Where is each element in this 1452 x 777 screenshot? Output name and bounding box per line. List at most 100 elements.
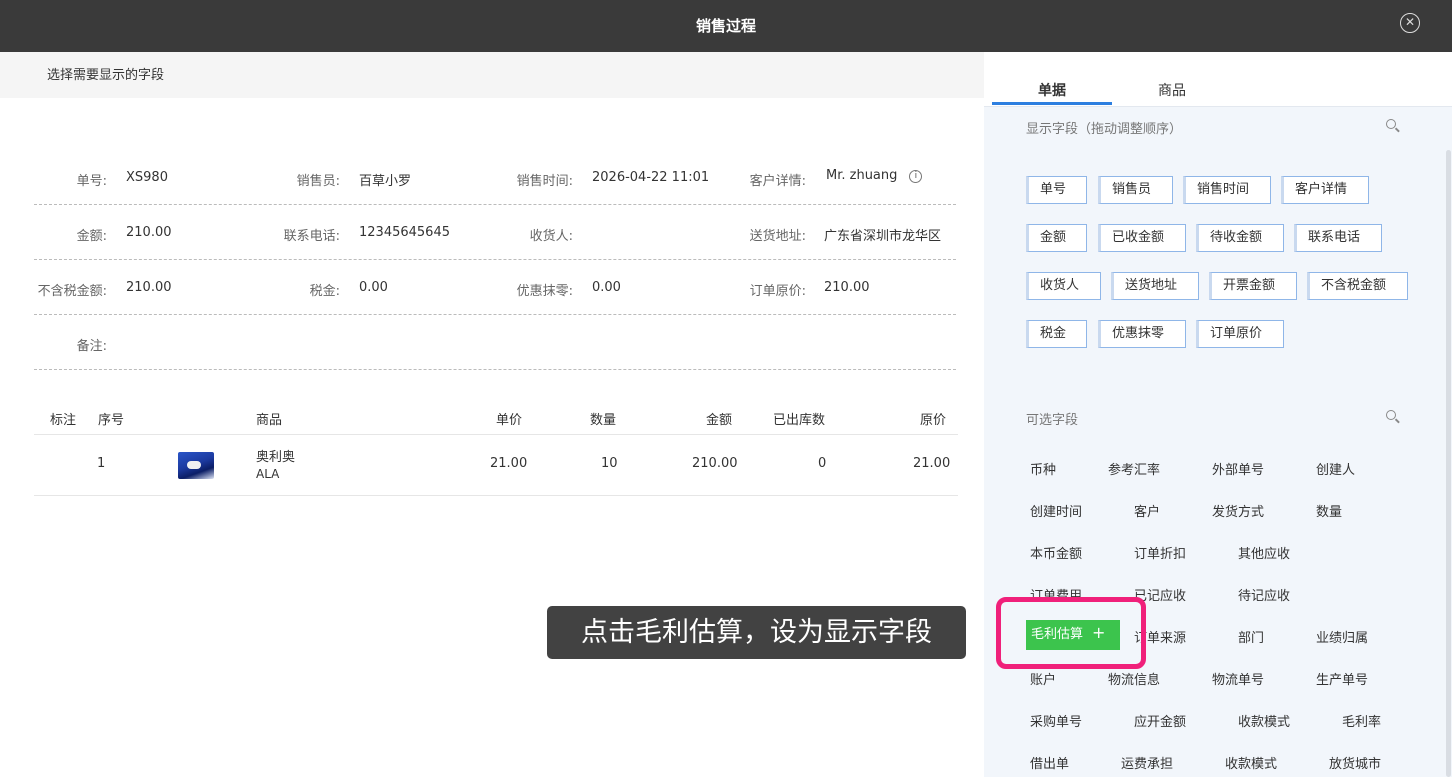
- field-selection-bar: 选择需要显示的字段: [0, 52, 984, 98]
- optional-field[interactable]: 借出单: [1030, 753, 1069, 772]
- display-field-chip[interactable]: 客户详情: [1281, 176, 1369, 204]
- col-quantity: 数量: [590, 413, 617, 428]
- display-field-chip[interactable]: 收货人: [1026, 272, 1101, 300]
- optional-field[interactable]: 其他应收: [1238, 543, 1290, 562]
- quantity: 10: [601, 456, 618, 471]
- product-name: 奥利奥: [256, 450, 296, 465]
- customer-detail-label: 客户详情:: [749, 174, 806, 189]
- row-index: 1: [97, 456, 106, 471]
- tax-label: 税金:: [309, 284, 340, 299]
- optional-field[interactable]: 运费承担: [1121, 753, 1173, 772]
- optional-field[interactable]: 物流单号: [1212, 669, 1264, 688]
- sale-time-label: 销售时间:: [516, 174, 573, 189]
- col-index: 序号: [98, 413, 125, 428]
- display-field-chip[interactable]: 税金: [1026, 320, 1087, 348]
- optional-field[interactable]: 部门: [1238, 627, 1264, 646]
- search-icon[interactable]: [1386, 119, 1400, 133]
- unit-price: 21.00: [490, 456, 528, 471]
- display-field-chip[interactable]: 金额: [1026, 224, 1087, 252]
- optional-field[interactable]: 生产单号: [1316, 669, 1368, 688]
- salesperson-value: 百草小罗: [359, 174, 412, 189]
- display-field-chip[interactable]: 单号: [1026, 176, 1087, 204]
- col-unit-price: 单价: [496, 413, 523, 428]
- display-field-chip[interactable]: 销售时间: [1183, 176, 1271, 204]
- optional-field[interactable]: 业绩归属: [1316, 627, 1368, 646]
- optional-field[interactable]: 放货城市: [1329, 753, 1381, 772]
- remark-label: 备注:: [76, 339, 107, 354]
- instruction-caption: 点击毛利估算，设为显示字段: [547, 606, 966, 659]
- product-code: ALA: [256, 467, 280, 481]
- gross-profit-estimate-button[interactable]: 毛利估算 +: [1026, 620, 1120, 650]
- pretax-amount-label: 不含税金额:: [37, 284, 107, 299]
- address-label: 送货地址:: [749, 229, 806, 244]
- info-row: 金额: 210.00 联系电话: 12345645645 收货人: 送货地址: …: [34, 205, 956, 260]
- optional-field[interactable]: 账户: [1030, 669, 1056, 688]
- optional-field[interactable]: 采购单号: [1030, 711, 1082, 730]
- scrollbar[interactable]: [1446, 150, 1451, 777]
- display-field-chip[interactable]: 不含税金额: [1307, 272, 1408, 300]
- display-field-chip[interactable]: 销售员: [1098, 176, 1173, 204]
- optional-field[interactable]: 参考汇率: [1108, 459, 1160, 478]
- tab-document[interactable]: 单据: [1038, 80, 1066, 100]
- optional-field[interactable]: 币种: [1030, 459, 1056, 478]
- display-field-chip[interactable]: 待收金额: [1196, 224, 1284, 252]
- tab-product[interactable]: 商品: [1158, 80, 1186, 100]
- optional-field[interactable]: 毛利率: [1342, 711, 1381, 730]
- phone-value: 12345645645: [359, 225, 450, 240]
- optional-field[interactable]: 订单折扣: [1134, 543, 1186, 562]
- close-icon[interactable]: ✕: [1400, 13, 1420, 33]
- optional-field[interactable]: 待记应收: [1238, 585, 1290, 604]
- search-icon[interactable]: [1386, 410, 1400, 424]
- phone-label: 联系电话:: [283, 229, 340, 244]
- optional-field[interactable]: 创建人: [1316, 459, 1355, 478]
- product-thumbnail: [178, 452, 214, 479]
- original-price: 21.00: [913, 456, 951, 471]
- display-field-chip[interactable]: 已收金额: [1098, 224, 1186, 252]
- page-title: 销售过程: [695, 17, 756, 35]
- table-header: 标注 序号 商品 单价 数量 金额 已出库数 原价: [34, 400, 958, 435]
- amount-value: 210.00: [126, 225, 172, 240]
- tab-bar: 单据 商品: [984, 52, 1452, 107]
- display-field-chip[interactable]: 优惠抹零: [1098, 320, 1186, 348]
- order-no-value: XS980: [126, 170, 168, 185]
- optional-field[interactable]: 外部单号: [1212, 459, 1264, 478]
- optional-field[interactable]: 发货方式: [1212, 501, 1264, 520]
- display-field-chip[interactable]: 订单原价: [1196, 320, 1284, 348]
- col-original-price: 原价: [920, 413, 947, 428]
- amount: 210.00: [692, 456, 738, 471]
- info-row: 不含税金额: 210.00 税金: 0.00 优惠抹零: 0.00 订单原价: …: [34, 260, 956, 315]
- customer-detail-value: Mr. zhuang i: [826, 168, 923, 183]
- tax-value: 0.00: [359, 280, 388, 295]
- col-product: 商品: [256, 413, 283, 428]
- salesperson-label: 销售员:: [296, 174, 340, 189]
- pretax-amount-value: 210.00: [126, 280, 172, 295]
- optional-field[interactable]: 创建时间: [1030, 501, 1082, 520]
- display-field-chip[interactable]: 送货地址: [1111, 272, 1199, 300]
- display-field-chip[interactable]: 联系电话: [1294, 224, 1382, 252]
- display-field-chip[interactable]: 开票金额: [1209, 272, 1297, 300]
- table-row[interactable]: 1 奥利奥 ALA 21.00 10 210.00 0 21.00: [34, 435, 958, 496]
- col-amount: 金额: [706, 413, 733, 428]
- discount-value: 0.00: [592, 280, 621, 295]
- optional-field[interactable]: 数量: [1316, 501, 1342, 520]
- optional-field[interactable]: 物流信息: [1108, 669, 1160, 688]
- col-mark: 标注: [50, 413, 77, 428]
- info-icon[interactable]: i: [909, 170, 923, 183]
- field-selection-label: 选择需要显示的字段: [47, 68, 165, 83]
- discount-label: 优惠抹零:: [516, 284, 573, 299]
- active-tab-indicator: [992, 102, 1112, 105]
- receiver-label: 收货人:: [529, 229, 573, 244]
- gross-profit-estimate-label: 毛利估算: [1031, 627, 1084, 642]
- plus-icon[interactable]: +: [1092, 618, 1105, 648]
- original-price-label: 订单原价:: [749, 284, 806, 299]
- optional-field[interactable]: 客户: [1134, 501, 1160, 520]
- info-row: 备注:: [34, 315, 956, 370]
- display-fields-title: 显示字段（拖动调整顺序）: [1026, 122, 1183, 137]
- shipped-qty: 0: [818, 456, 827, 471]
- optional-field[interactable]: 收款模式: [1238, 711, 1290, 730]
- optional-field[interactable]: 收款模式: [1225, 753, 1277, 772]
- optional-field[interactable]: 本币金额: [1030, 543, 1082, 562]
- order-no-label: 单号:: [76, 174, 107, 189]
- optional-fields-title: 可选字段: [1026, 413, 1079, 428]
- optional-field[interactable]: 应开金额: [1134, 711, 1186, 730]
